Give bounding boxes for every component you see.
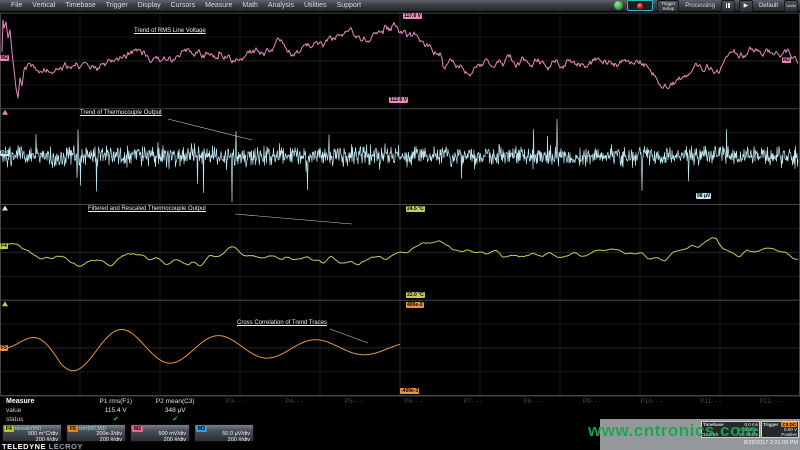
value-label: value xyxy=(6,406,86,415)
descriptor-tab[interactable]: M3 xyxy=(196,426,207,432)
descriptor-tab[interactable]: F5 xyxy=(68,426,78,432)
trigger-setup-label-2: Setup xyxy=(662,6,674,11)
descriptor-rate: 200 #/div xyxy=(195,438,253,443)
menu-utilities[interactable]: Utilities xyxy=(299,2,332,9)
measure-col-P5[interactable]: P5- - - xyxy=(324,397,384,424)
trace-annotation: Filtered and Rescaled Thermocouple Outpu… xyxy=(88,206,206,212)
scale-badge-F5: -400e-3 xyxy=(400,388,419,394)
menu-math[interactable]: Math xyxy=(237,2,263,9)
menu-cursors[interactable]: Cursors xyxy=(166,2,201,9)
trace-label-F5[interactable]: F5 xyxy=(0,345,8,351)
trigger-label: Trigger xyxy=(763,422,778,427)
record-icon xyxy=(637,3,643,9)
menu-analysis[interactable]: Analysis xyxy=(263,2,299,9)
undo-button[interactable]: Undo xyxy=(784,0,798,12)
scale-badge-M2: 117.6 V xyxy=(403,13,422,19)
scale-badge-M2: 112.6 V xyxy=(389,97,408,103)
descriptor-F5[interactable]: F5corr(M2,M3)200e-3/div200 #/div xyxy=(66,424,126,442)
trace-annotation: Trend of RMS Line Voltage xyxy=(134,28,206,34)
play-icon: ▶ xyxy=(744,3,749,9)
menu-vertical[interactable]: Vertical xyxy=(27,2,60,9)
menu-trigger[interactable]: Trigger xyxy=(101,2,133,9)
trace-level-marker xyxy=(2,110,8,115)
trigger-slope: Positive xyxy=(781,432,797,437)
descriptor-M2[interactable]: M2500 mV/div200 #/div xyxy=(130,424,190,442)
brand-lecroy: LECROY xyxy=(49,442,83,450)
menu-file[interactable]: File xyxy=(6,2,27,9)
descriptor-tab[interactable]: F4 xyxy=(4,426,14,432)
trigger-summary-box[interactable]: Trigger C3 DC 0.00 V Positive xyxy=(761,421,799,438)
trigger-setup-button[interactable]: Trigger Setup xyxy=(657,0,679,12)
measure-col-P4[interactable]: P4- - - xyxy=(265,397,325,424)
trace-label-F4[interactable]: F4 xyxy=(0,243,8,249)
descriptor-M3[interactable]: M350.0 μV/div200 #/div xyxy=(194,424,254,442)
menu-items: FileVerticalTimebaseTriggerDisplayCursor… xyxy=(6,2,366,9)
bottom-strip: F4rescale(M3)500 m°C/div200 #/divF5corr(… xyxy=(0,423,800,450)
trace-level-marker xyxy=(2,206,8,211)
oscilloscope-screen: FileVerticalTimebaseTriggerDisplayCursor… xyxy=(0,0,800,450)
brand-logo: TELEDYNE LECROY xyxy=(2,442,83,450)
menu-measure[interactable]: Measure xyxy=(200,2,237,9)
measure-col-P2[interactable]: P2 mean(C3)348 μV✔ xyxy=(146,397,206,424)
green-knob-icon[interactable] xyxy=(614,1,623,10)
descriptor-tab[interactable]: M2 xyxy=(132,426,143,432)
play-button[interactable]: ▶ xyxy=(739,0,753,12)
watermark: www.cntronics.com xyxy=(588,421,756,441)
menu-timebase[interactable]: Timebase xyxy=(60,2,100,9)
trace-annotation: Trend of Thermocouple Output xyxy=(80,110,162,116)
menu-support[interactable]: Support xyxy=(332,2,367,9)
pause-icon xyxy=(726,3,730,8)
measure-col-P1[interactable]: P1 rms(F1)115.4 V✔ xyxy=(86,397,146,424)
scale-badge-F4: 22.0 °C xyxy=(406,292,425,298)
measure-col-P8[interactable]: P8- - - xyxy=(503,397,563,424)
descriptor-F4[interactable]: F4rescale(M3)500 m°C/div200 #/div xyxy=(2,424,62,442)
trace-descriptor-boxes: F4rescale(M3)500 m°C/div200 #/divF5corr(… xyxy=(2,424,254,442)
scale-badge-F5: 400e-3 xyxy=(406,302,424,308)
processing-label: Processing xyxy=(683,3,717,9)
trace-label-M2[interactable]: M2 xyxy=(0,55,9,61)
scale-badge-M2: M2 xyxy=(782,57,791,63)
scale-badge-M3: 98 μV xyxy=(696,193,711,199)
menu-display[interactable]: Display xyxy=(133,2,166,9)
descriptor-rate: 200 #/div xyxy=(131,438,189,443)
brand-teledyne: TELEDYNE xyxy=(2,442,46,450)
toolbar-right: Trigger Setup Processing ▶ Default Undo xyxy=(614,0,800,12)
menu-bar: FileVerticalTimebaseTriggerDisplayCursor… xyxy=(0,0,800,12)
waveform-trace[interactable] xyxy=(6,330,400,371)
trace-level-marker xyxy=(2,301,8,306)
measure-label: Measure xyxy=(6,397,86,406)
scale-badge-F4: 24.5 °C xyxy=(406,206,425,212)
trace-annotation: Cross Correlation of Trend Traces xyxy=(237,320,327,326)
waveform-grid[interactable] xyxy=(0,12,800,396)
measure-col-P3[interactable]: P3- - - xyxy=(205,397,265,424)
measure-col-P7[interactable]: P7- - - xyxy=(443,397,503,424)
waveform-display[interactable]: Trend of RMS Line Voltage Trend of Therm… xyxy=(0,12,800,396)
pause-button[interactable] xyxy=(721,0,735,12)
trace-label-M3[interactable]: M3 xyxy=(0,150,9,156)
acquisition-button[interactable] xyxy=(627,0,653,11)
measure-col-P6[interactable]: P6- - - xyxy=(384,397,444,424)
measure-row-labels: Measure value status xyxy=(0,397,86,424)
default-button[interactable]: Default xyxy=(757,3,780,9)
